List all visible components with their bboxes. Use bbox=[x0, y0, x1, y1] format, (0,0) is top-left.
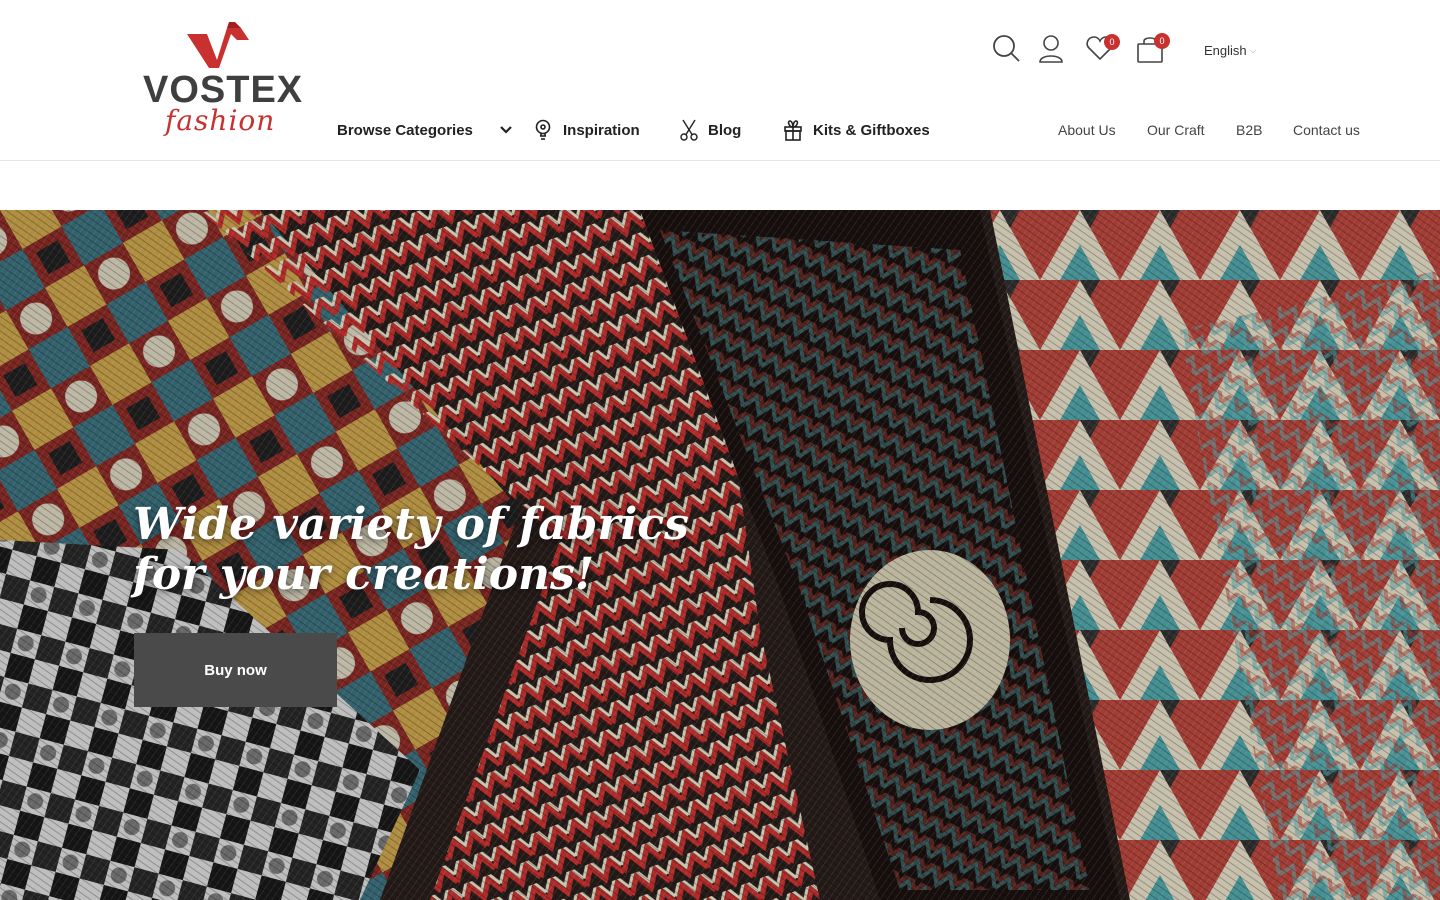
lightbulb-icon bbox=[535, 119, 551, 140]
chevron-down-icon: ⌵ bbox=[1249, 45, 1257, 55]
nav-browse-categories[interactable]: Browse Categories bbox=[337, 116, 513, 144]
hero-banner: Wide variety of fabrics for your creatio… bbox=[0, 210, 1440, 900]
language-label: English bbox=[1204, 43, 1247, 58]
nav-about-us[interactable]: About Us bbox=[1058, 116, 1116, 144]
user-icon[interactable] bbox=[1036, 33, 1072, 69]
nav-blog-label: Blog bbox=[708, 121, 742, 139]
buy-now-button[interactable]: Buy now bbox=[134, 633, 337, 707]
hero-title-line1: Wide variety of fabrics bbox=[133, 499, 689, 550]
wishlist-badge: 0 bbox=[1104, 34, 1120, 50]
scissors-icon bbox=[680, 119, 698, 141]
hero-title: Wide variety of fabrics for your creatio… bbox=[133, 500, 773, 600]
chevron-down-icon bbox=[500, 126, 512, 134]
main-nav: Browse Categories Inspiration Blog Kits … bbox=[0, 116, 1440, 146]
nav-browse-categories-label: Browse Categories bbox=[337, 121, 473, 139]
site-header: VOSTEX fashion 0 0 English ⌵ Browse Cate… bbox=[0, 0, 1440, 161]
nav-blog[interactable]: Blog bbox=[680, 116, 741, 144]
nav-our-craft[interactable]: Our Craft bbox=[1147, 116, 1205, 144]
nav-kits-label: Kits & Giftboxes bbox=[813, 121, 930, 139]
wishlist-button[interactable]: 0 bbox=[1086, 34, 1122, 71]
cart-badge: 0 bbox=[1154, 33, 1170, 49]
cart-button[interactable]: 0 bbox=[1136, 33, 1172, 70]
nav-contact-us[interactable]: Contact us bbox=[1293, 116, 1360, 144]
logo-mark-icon bbox=[187, 22, 249, 68]
nav-inspiration[interactable]: Inspiration bbox=[533, 116, 640, 144]
search-icon[interactable] bbox=[990, 32, 1026, 68]
nav-b2b[interactable]: B2B bbox=[1236, 116, 1262, 144]
nav-kits-giftboxes[interactable]: Kits & Giftboxes bbox=[783, 116, 930, 144]
hero-title-line2: for your creations! bbox=[133, 549, 595, 600]
language-selector[interactable]: English ⌵ bbox=[1204, 43, 1256, 58]
gift-icon bbox=[784, 120, 802, 141]
nav-inspiration-label: Inspiration bbox=[563, 121, 640, 139]
